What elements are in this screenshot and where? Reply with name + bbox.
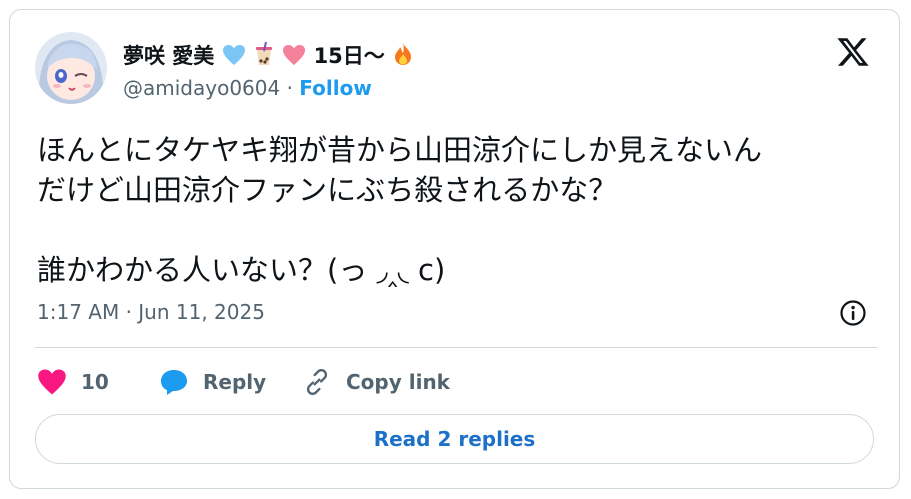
user-handle[interactable]: @amidayo0604 [123, 76, 280, 100]
like-button[interactable]: 10 [37, 362, 109, 402]
pink-heart-icon [282, 44, 306, 71]
link-icon [306, 369, 328, 395]
copy-link-label: Copy link [346, 370, 450, 394]
tweet-line: 誰かわかる人いない？(っ ◞‸◟ c) [37, 253, 446, 287]
info-icon[interactable] [839, 299, 867, 327]
follow-link[interactable]: Follow [299, 76, 372, 100]
name-suffix: 15日〜 [313, 44, 385, 68]
tweet-line: ほんとにタケヤキ翔が昔から山田涼介にしか見えないん [37, 133, 763, 167]
tweet-text: ほんとにタケヤキ翔が昔から山田涼介にしか見えないん だけど山田涼介ファンにぶち殺… [37, 130, 877, 290]
author-name[interactable]: 夢咲 愛美 15日〜 [123, 40, 414, 71]
avatar-image [35, 32, 107, 104]
tweet-card: 夢咲 愛美 15日〜 @amidayo0604 · Follow ほんとにタケヤ… [9, 9, 900, 489]
action-bar: 10 Reply Copy link [37, 362, 877, 402]
reply-label: Reply [203, 370, 267, 394]
divider [35, 347, 878, 348]
x-logo-icon[interactable] [836, 35, 870, 69]
heart-icon [38, 369, 66, 395]
blue-heart-icon [222, 44, 246, 71]
copy-link-button[interactable]: Copy link [302, 362, 450, 402]
display-name: 夢咲 愛美 [123, 44, 215, 68]
bubble-tea-icon [253, 41, 275, 71]
like-count: 10 [81, 370, 109, 394]
handle-row: @amidayo0604 · Follow [123, 76, 372, 100]
tweet-line: だけど山田涼介ファンにぶち殺されるかな？ [37, 173, 618, 207]
fire-icon [392, 42, 414, 71]
read-replies-button[interactable]: Read 2 replies [35, 414, 874, 464]
reply-button[interactable]: Reply [159, 362, 266, 402]
timestamp[interactable]: 1:17 AM · Jun 11, 2025 [37, 300, 265, 324]
avatar[interactable] [35, 32, 107, 104]
separator-dot: · [286, 76, 293, 100]
read-replies-label: Read 2 replies [373, 427, 536, 451]
reply-bubble-icon [161, 370, 187, 395]
